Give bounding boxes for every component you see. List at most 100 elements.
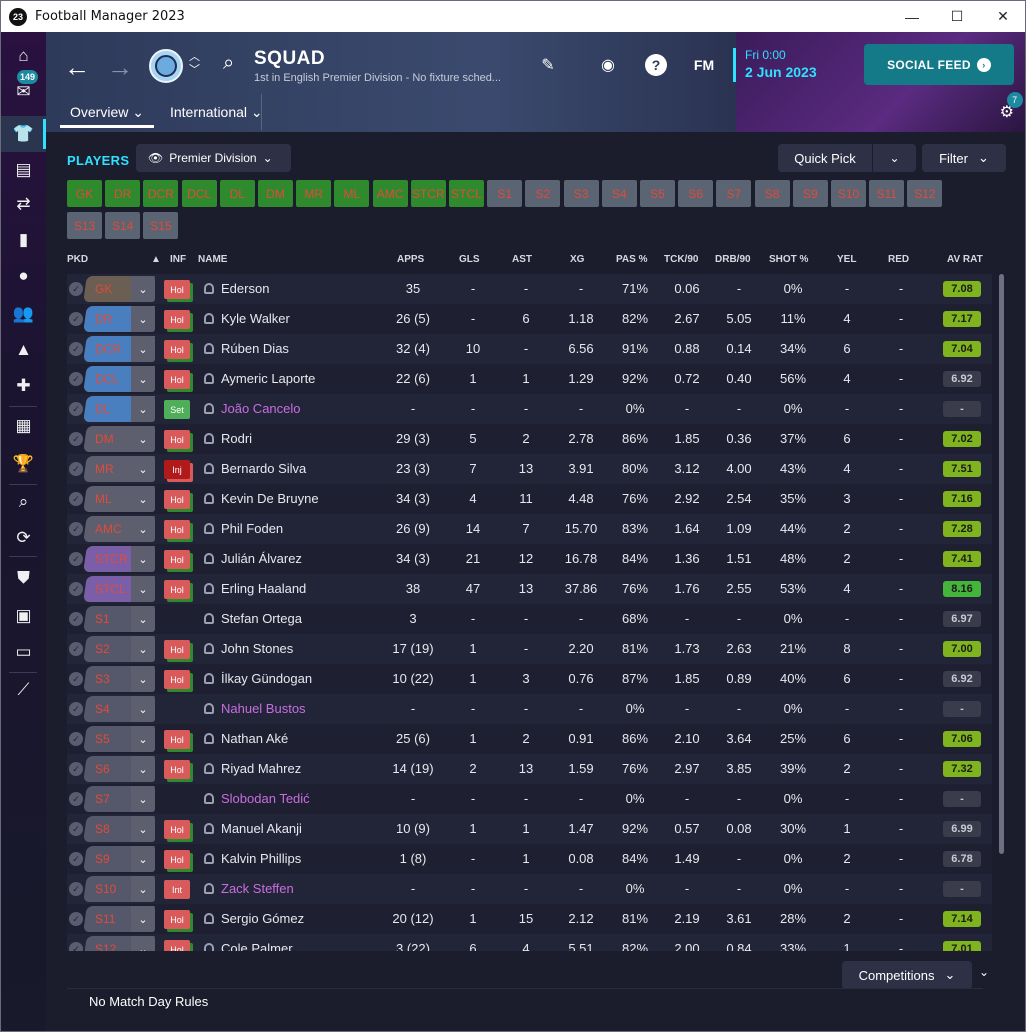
info-badge[interactable]: Hol bbox=[164, 310, 190, 329]
table-row[interactable]: ✓ S12 ⌄ Hol Cole Palmer 3 (22) 6 4 5.51 82% 2.00 0.… bbox=[67, 934, 992, 951]
pick-check-icon[interactable]: ✓ bbox=[69, 492, 83, 506]
table-row[interactable]: ✓ S11 ⌄ Hol Sergio Gómez 20 (12) 1 15 2.12 81% 2.1… bbox=[67, 904, 992, 934]
sort-arrow-icon[interactable]: ▲ bbox=[151, 254, 161, 265]
pick-check-icon[interactable]: ✓ bbox=[69, 342, 83, 356]
minimize-button[interactable]: — bbox=[889, 1, 935, 32]
position-button-s4[interactable]: S4 bbox=[601, 180, 637, 207]
player-name[interactable]: Nahuel Bustos bbox=[221, 701, 306, 716]
position-button-s6[interactable]: S6 bbox=[678, 180, 714, 207]
tactics-clipboard-icon[interactable]: ▤ bbox=[1, 152, 46, 188]
col-xg[interactable]: XG bbox=[570, 254, 584, 265]
table-row[interactable]: ✓ STCL ⌄ Hol Erling Haaland 38 47 13 37.86 76% 1.7… bbox=[67, 574, 992, 604]
position-button-stcr[interactable]: STCR bbox=[410, 180, 446, 207]
info-badge[interactable]: Hol bbox=[164, 490, 190, 509]
pick-check-icon[interactable]: ✓ bbox=[69, 582, 83, 596]
squad-shirt-icon[interactable]: 👕 bbox=[1, 116, 46, 152]
position-button-s13[interactable]: S13 bbox=[67, 212, 102, 239]
medical-icon[interactable]: ✚ bbox=[1, 368, 46, 404]
chevron-down-icon[interactable]: ⌄ bbox=[131, 816, 155, 842]
position-button-s5[interactable]: S5 bbox=[640, 180, 675, 207]
chevron-down-icon[interactable]: ⌄ bbox=[131, 276, 155, 302]
info-badge[interactable]: Hol bbox=[164, 520, 190, 539]
filter-button[interactable]: Filter ⌄ bbox=[922, 144, 1006, 172]
player-name[interactable]: Cole Palmer bbox=[221, 941, 293, 951]
col-name[interactable]: NAME bbox=[198, 254, 227, 265]
info-badge[interactable]: Hol bbox=[164, 580, 190, 599]
info-badge[interactable]: Hol bbox=[164, 910, 190, 929]
chevron-down-icon[interactable]: ⌄ bbox=[131, 546, 155, 572]
player-name[interactable]: João Cancelo bbox=[221, 401, 301, 416]
stats-trend-icon[interactable]: ⟋ bbox=[1, 672, 46, 708]
chevron-down-icon[interactable]: ⌄ bbox=[131, 756, 155, 782]
competitions-dropdown[interactable]: Competitions ⌄ bbox=[842, 961, 972, 989]
expand-chevron-icon[interactable]: ⌄ bbox=[979, 965, 989, 979]
pick-check-icon[interactable]: ✓ bbox=[69, 612, 83, 626]
calendar-icon[interactable]: ▦ bbox=[1, 408, 46, 444]
pick-check-icon[interactable]: ✓ bbox=[69, 732, 83, 746]
back-arrow-icon[interactable]: ← bbox=[64, 52, 90, 83]
money-icon[interactable]: ▭ bbox=[1, 634, 46, 670]
chevron-down-icon[interactable]: ⌄ bbox=[131, 786, 155, 812]
transfers-arrows-icon[interactable]: ⇄ bbox=[1, 186, 46, 222]
info-badge[interactable]: Hol bbox=[164, 370, 190, 389]
table-row[interactable]: ✓ STCR ⌄ Hol Julián Álvarez 34 (3) 21 12 16.78 84… bbox=[67, 544, 992, 574]
info-badge[interactable]: Hol bbox=[164, 670, 190, 689]
chevron-down-icon[interactable]: ⌄ bbox=[131, 306, 155, 332]
col-pkd[interactable]: PKD bbox=[67, 254, 88, 265]
player-name[interactable]: Zack Steffen bbox=[221, 881, 294, 896]
info-badge[interactable]: Hol bbox=[164, 550, 190, 569]
position-button-s14[interactable]: S14 bbox=[105, 212, 141, 239]
table-row[interactable]: ✓ S6 ⌄ Hol Riyad Mahrez 14 (19) 2 13 1.59 76% 2.97… bbox=[67, 754, 992, 784]
quick-pick-dropdown[interactable]: ⌄ bbox=[873, 144, 916, 172]
club-badge[interactable] bbox=[149, 49, 183, 83]
pick-check-icon[interactable]: ✓ bbox=[69, 942, 83, 951]
chevron-down-icon[interactable]: ⌄ bbox=[131, 516, 155, 542]
chevron-down-icon[interactable]: ⌄ bbox=[131, 366, 155, 392]
info-badge[interactable]: Hol bbox=[164, 760, 190, 779]
player-name[interactable]: Phil Foden bbox=[221, 521, 283, 536]
training-icon[interactable]: ▮ bbox=[1, 222, 46, 258]
position-button-s15[interactable]: S15 bbox=[143, 212, 179, 239]
info-badge[interactable]: Int bbox=[164, 880, 190, 899]
fm-menu-button[interactable]: FM bbox=[691, 54, 717, 76]
position-button-s9[interactable]: S9 bbox=[792, 180, 828, 207]
table-row[interactable]: ✓ S9 ⌄ Hol Kalvin Phillips 1 (8) - 1 0.08 84% 1.49… bbox=[67, 844, 992, 874]
finances-briefcase-icon[interactable]: ▣ bbox=[1, 598, 46, 634]
scouting-ball-icon[interactable]: ● bbox=[1, 258, 46, 294]
pick-check-icon[interactable]: ✓ bbox=[69, 702, 83, 716]
pick-check-icon[interactable]: ✓ bbox=[69, 642, 83, 656]
chevron-down-icon[interactable]: ⌄ bbox=[131, 606, 155, 632]
table-row[interactable]: ✓ DCR ⌄ Hol Rúben Dias 32 (4) 10 - 6.56 91% 0.88 0.… bbox=[67, 334, 992, 364]
player-name[interactable]: Ederson bbox=[221, 281, 269, 296]
pick-check-icon[interactable]: ✓ bbox=[69, 672, 83, 686]
col-red[interactable]: RED bbox=[888, 254, 909, 265]
info-badge[interactable]: Set bbox=[164, 400, 190, 419]
player-name[interactable]: Erling Haaland bbox=[221, 581, 306, 596]
table-row[interactable]: ✓ GK ⌄ Hol Ederson 35 - - - 71% 0.06 - 0% - - 7.08 bbox=[67, 274, 992, 304]
close-button[interactable]: ✕ bbox=[980, 1, 1025, 32]
player-name[interactable]: Riyad Mahrez bbox=[221, 761, 301, 776]
position-button-dl[interactable]: DL bbox=[219, 180, 255, 207]
position-button-s12[interactable]: S12 bbox=[907, 180, 943, 207]
pick-check-icon[interactable]: ✓ bbox=[69, 432, 83, 446]
position-button-dr[interactable]: DR bbox=[105, 180, 141, 207]
division-view-dropdown[interactable]: 👁 Premier Division ⌄ bbox=[136, 144, 291, 172]
chevron-down-icon[interactable]: ⌄ bbox=[131, 876, 155, 902]
player-name[interactable]: Rodri bbox=[221, 431, 252, 446]
info-badge[interactable]: Hol bbox=[164, 940, 190, 951]
table-row[interactable]: ✓ S7 ⌄ Slobodan Tedić - - - - 0% - - 0% - - - bbox=[67, 784, 992, 814]
col-apps[interactable]: APPS bbox=[397, 254, 424, 265]
info-badge[interactable]: Hol bbox=[164, 850, 190, 869]
quick-pick-button[interactable]: Quick Pick bbox=[778, 144, 872, 172]
position-button-stcl[interactable]: STCL bbox=[449, 180, 484, 207]
info-badge[interactable]: Hol bbox=[164, 730, 190, 749]
table-row[interactable]: ✓ S10 ⌄ Int Zack Steffen - - - - 0% - - 0% - - - bbox=[67, 874, 992, 904]
col-inf[interactable]: INF bbox=[170, 254, 186, 265]
position-button-s3[interactable]: S3 bbox=[563, 180, 599, 207]
search-icon[interactable]: ⌕ bbox=[1, 484, 46, 520]
social-feed-button[interactable]: SOCIAL FEED › bbox=[864, 44, 1014, 85]
player-name[interactable]: Julián Álvarez bbox=[221, 551, 302, 566]
tab-international[interactable]: International ⌄ bbox=[160, 102, 273, 128]
table-row[interactable]: ✓ MR ⌄ Inj Bernardo Silva 23 (3) 7 13 3.91 80% 3.1… bbox=[67, 454, 992, 484]
chevron-down-icon[interactable]: ⌄ bbox=[131, 486, 155, 512]
